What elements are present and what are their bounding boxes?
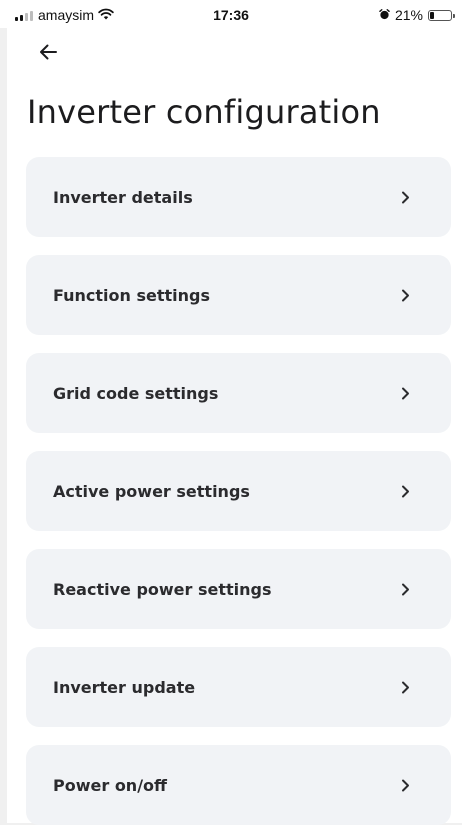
- chevron-right-icon: [399, 484, 411, 498]
- menu-item-label: Inverter details: [53, 187, 193, 207]
- menu-item-active-power-settings[interactable]: Active power settings: [26, 451, 451, 531]
- back-button[interactable]: [36, 40, 60, 64]
- page-title: Inverter configuration: [27, 93, 381, 131]
- menu-item-label: Grid code settings: [53, 383, 219, 403]
- settings-menu: Inverter details Function settings Grid …: [26, 157, 451, 825]
- status-right: 21%: [379, 7, 455, 23]
- menu-item-label: Active power settings: [53, 481, 250, 501]
- menu-item-inverter-details[interactable]: Inverter details: [26, 157, 451, 237]
- battery-percentage: 21%: [394, 7, 423, 23]
- menu-item-grid-code-settings[interactable]: Grid code settings: [26, 353, 451, 433]
- chevron-right-icon: [399, 582, 411, 596]
- chevron-right-icon: [399, 190, 411, 204]
- alarm-icon: [379, 7, 390, 23]
- battery-icon: [428, 9, 455, 21]
- menu-item-label: Reactive power settings: [53, 579, 272, 599]
- menu-item-label: Inverter update: [53, 677, 196, 697]
- chevron-right-icon: [399, 386, 411, 400]
- status-bar: amaysim 17:36 21%: [0, 0, 462, 28]
- menu-item-function-settings[interactable]: Function settings: [26, 255, 451, 335]
- chevron-right-icon: [399, 680, 411, 694]
- menu-item-reactive-power-settings[interactable]: Reactive power settings: [26, 549, 451, 629]
- chevron-right-icon: [399, 288, 411, 302]
- menu-item-power-on-off[interactable]: Power on/off: [26, 745, 451, 825]
- menu-item-inverter-update[interactable]: Inverter update: [26, 647, 451, 727]
- chevron-right-icon: [399, 778, 411, 792]
- battery-level: [430, 11, 434, 19]
- menu-item-label: Power on/off: [53, 775, 167, 795]
- menu-item-label: Function settings: [53, 285, 211, 305]
- arrow-left-icon: [40, 44, 57, 60]
